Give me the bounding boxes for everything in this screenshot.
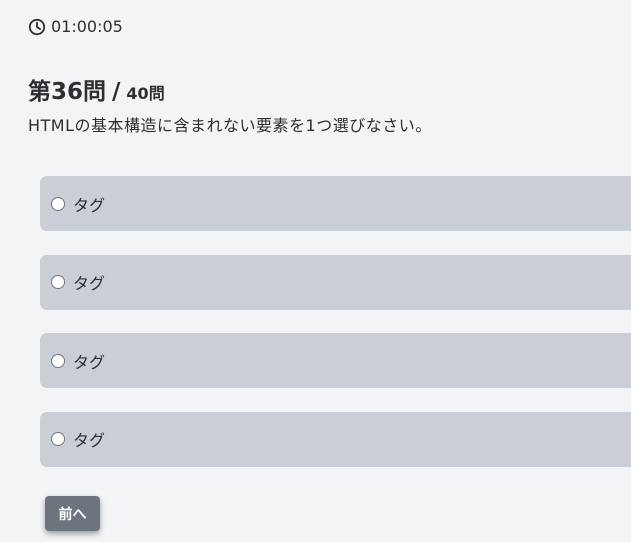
answer-options: タグ タグ タグ タグ: [40, 176, 631, 490]
answer-option-2[interactable]: タグ: [40, 254, 631, 310]
radio-button[interactable]: [51, 432, 65, 446]
radio-button[interactable]: [51, 275, 65, 289]
clock-icon: [28, 18, 46, 36]
previous-button[interactable]: 前へ: [45, 496, 100, 531]
answer-option-3[interactable]: タグ: [40, 333, 631, 388]
answer-option-label: タグ: [73, 352, 106, 372]
question-title: 第36問/ 40問: [28, 72, 165, 106]
question-separator: /: [112, 79, 121, 105]
question-number: 第36問: [28, 79, 107, 105]
radio-button[interactable]: [51, 196, 65, 211]
question-text: HTMLの基本構造に含まれない要素を1つ選びなさい。: [28, 116, 432, 135]
answer-option-1[interactable]: タグ: [40, 176, 631, 231]
answer-option-label: タグ: [73, 431, 106, 450]
answer-option-4[interactable]: タグ: [40, 411, 631, 467]
timer-value: 01:00:05: [51, 17, 123, 36]
answer-option-label: タグ: [73, 274, 106, 293]
question-total: 40問: [126, 84, 165, 103]
radio-button[interactable]: [51, 353, 65, 368]
answer-option-label: タグ: [73, 195, 106, 215]
timer: 01:00:05: [28, 17, 123, 36]
